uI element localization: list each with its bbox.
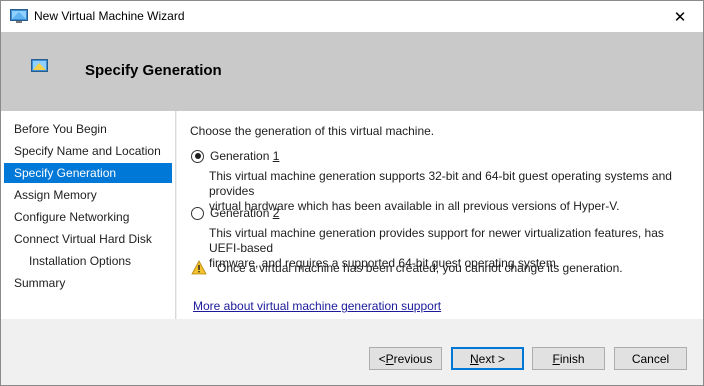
- next-button-key: N: [469, 351, 479, 366]
- generation-1-label-key: 1: [272, 149, 280, 163]
- step-connect-virtual-hard-disk[interactable]: Connect Virtual Hard Disk: [4, 229, 172, 249]
- step-specify-generation[interactable]: Specify Generation: [4, 163, 172, 183]
- close-icon: ✕: [673, 8, 687, 26]
- generation-2-desc-line-1: This virtual machine generation provides…: [209, 226, 664, 255]
- previous-button-prefix: <: [378, 351, 386, 366]
- generation-1-label[interactable]: Generation 1: [210, 149, 279, 163]
- generation-2-label-key: 2: [272, 206, 280, 220]
- vm-app-icon: [10, 9, 28, 24]
- next-button-rest: ext >: [478, 351, 506, 366]
- generation-2-option[interactable]: Generation 2: [191, 206, 279, 220]
- content-pane: Choose the generation of this virtual ma…: [177, 111, 703, 319]
- step-assign-memory[interactable]: Assign Memory: [4, 185, 172, 205]
- next-button[interactable]: Next >: [451, 347, 524, 370]
- generation-2-label[interactable]: Generation 2: [210, 206, 279, 220]
- title-bar: New Virtual Machine Wizard ✕: [1, 1, 703, 32]
- generation-help-link[interactable]: More about virtual machine generation su…: [193, 299, 441, 313]
- generation-2-radio[interactable]: [191, 206, 204, 220]
- page-header: Specify Generation: [1, 32, 703, 111]
- previous-button-key: P: [385, 351, 394, 366]
- button-bar: < Previous Next > Finish Cancel: [1, 319, 703, 385]
- finish-button-rest: inish: [559, 351, 585, 366]
- step-before-you-begin[interactable]: Before You Begin: [4, 119, 172, 139]
- generation-1-description: This virtual machine generation supports…: [209, 169, 689, 214]
- generation-2-label-prefix: Generation: [210, 206, 273, 220]
- step-configure-networking[interactable]: Configure Networking: [4, 207, 172, 227]
- finish-button[interactable]: Finish: [532, 347, 605, 370]
- previous-button-rest: revious: [393, 351, 433, 366]
- generation-1-label-prefix: Generation: [210, 149, 273, 163]
- window-title: New Virtual Machine Wizard: [34, 9, 185, 23]
- warning-icon: [191, 260, 207, 275]
- generation-1-radio[interactable]: [191, 149, 204, 163]
- close-button[interactable]: ✕: [657, 1, 703, 32]
- step-summary[interactable]: Summary: [4, 273, 172, 293]
- previous-button[interactable]: < Previous: [369, 347, 442, 370]
- step-installation-options[interactable]: Installation Options: [4, 251, 172, 271]
- generation-warning: Once a virtual machine has been created,…: [191, 260, 623, 275]
- wizard-steps: Before You Begin Specify Name and Locati…: [1, 111, 176, 319]
- generation-1-desc-line-2: virtual hardware which has been availabl…: [209, 199, 620, 213]
- vm-header-icon: [31, 59, 48, 72]
- generation-1-desc-line-1: This virtual machine generation supports…: [209, 169, 672, 198]
- generation-1-option[interactable]: Generation 1: [191, 149, 279, 163]
- warning-text: Once a virtual machine has been created,…: [217, 260, 623, 275]
- page-title: Specify Generation: [85, 62, 222, 79]
- step-specify-name-and-location[interactable]: Specify Name and Location: [4, 141, 172, 161]
- cancel-button[interactable]: Cancel: [614, 347, 687, 370]
- wizard-window: New Virtual Machine Wizard ✕ Specify Gen…: [0, 0, 704, 386]
- generation-prompt: Choose the generation of this virtual ma…: [190, 124, 435, 138]
- finish-button-key: F: [552, 351, 560, 366]
